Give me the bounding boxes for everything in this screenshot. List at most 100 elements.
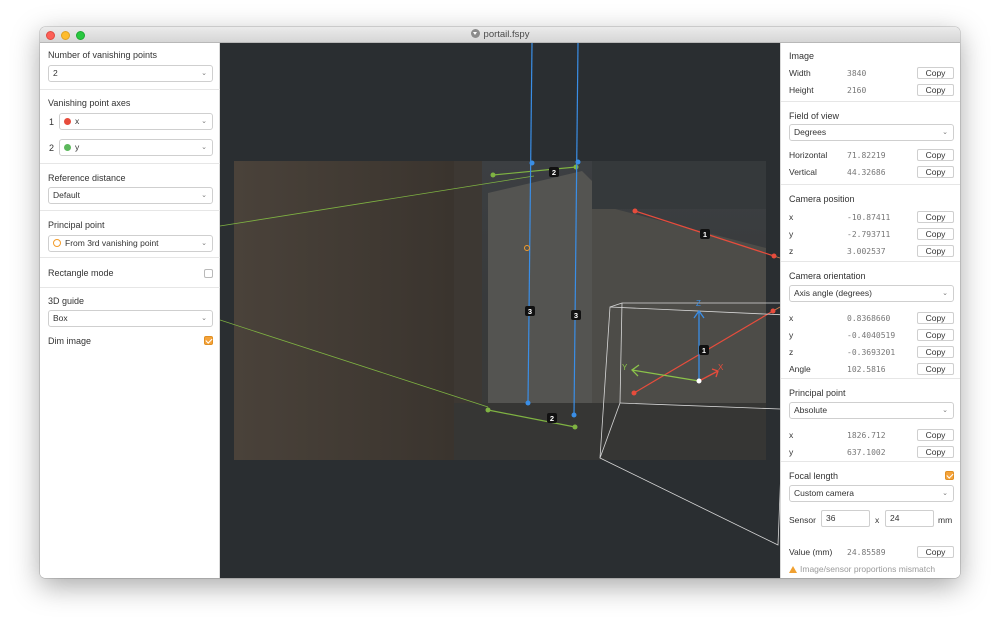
copy-fov-horizontal-button[interactable]: Copy xyxy=(917,149,954,161)
principal-point-title: Principal point xyxy=(789,388,846,398)
copy-camera-position-y-button[interactable]: Copy xyxy=(917,228,954,240)
green-handle[interactable] xyxy=(485,407,491,413)
copy-camera-position-z-button[interactable]: Copy xyxy=(917,245,954,257)
camera-orientation-section: Camera orientation Axis angle (degrees) … xyxy=(781,262,960,379)
blue-line-1-label: 3 xyxy=(528,307,532,316)
green-line-1-label: 2 xyxy=(552,168,556,177)
reference-distance-select[interactable]: Default ⌄ xyxy=(48,187,213,204)
height-label: Height xyxy=(789,85,814,95)
principal-point-mode-select[interactable]: Absolute ⌄ xyxy=(789,402,954,419)
sensor-height-input[interactable]: 24 xyxy=(885,510,934,527)
red-handle[interactable] xyxy=(771,253,777,259)
chevron-down-icon: ⌄ xyxy=(942,290,948,297)
reference-distance-label: Reference distance xyxy=(48,173,126,183)
orientation-x-value: 0.8368660 xyxy=(847,314,891,323)
orientation-z-value: -0.3693201 xyxy=(847,348,896,357)
rectangle-mode-checkbox[interactable] xyxy=(204,269,213,278)
y-axis-label: Y xyxy=(622,363,628,372)
principal-point-section: Principal point From 3rd vanishing point… xyxy=(40,211,220,258)
orange-circle-icon xyxy=(53,239,61,247)
fov-unit-value: Degrees xyxy=(794,127,827,137)
vanishing-points-section: Number of vanishing points 2 ⌄ xyxy=(40,43,220,90)
image-title: Image xyxy=(789,51,815,61)
principal-point-results-section: Principal point Absolute ⌄ x 1826.712 Co… xyxy=(781,379,960,462)
blue-handle[interactable] xyxy=(571,412,577,418)
x-axis-label: X xyxy=(718,363,724,372)
camera-position-section: Camera position x -10.87411 Copy y -2.79… xyxy=(781,185,960,262)
camera-preset-value: Custom camera xyxy=(794,488,854,498)
orientation-mode-value: Axis angle (degrees) xyxy=(794,288,872,298)
principal-point-select[interactable]: From 3rd vanishing point ⌄ xyxy=(48,235,213,252)
blue-handle[interactable] xyxy=(575,159,581,165)
principal-point-y-value: 637.1002 xyxy=(847,448,886,457)
copy-orientation-x-button[interactable]: Copy xyxy=(917,312,954,324)
copy-camera-position-x-button[interactable]: Copy xyxy=(917,211,954,223)
canvas-svg: Z Y X 1 1 2 2 3 3 xyxy=(220,43,780,546)
axis-2-select[interactable]: y ⌄ xyxy=(59,139,213,156)
sky-trees xyxy=(592,161,766,209)
copy-orientation-y-button[interactable]: Copy xyxy=(917,329,954,341)
focal-length-checkbox[interactable] xyxy=(945,471,954,480)
fov-horizontal-value: 71.82219 xyxy=(847,151,886,160)
red-handle[interactable] xyxy=(770,308,776,314)
red-handle[interactable] xyxy=(632,208,638,214)
axis-1-select[interactable]: x ⌄ xyxy=(59,113,213,130)
copy-focal-length-button[interactable]: Copy xyxy=(917,546,954,558)
origin-handle[interactable] xyxy=(696,378,702,384)
camera-position-z-value: 3.002537 xyxy=(847,247,886,256)
copy-orientation-angle-button[interactable]: Copy xyxy=(917,363,954,375)
camera-preset-select[interactable]: Custom camera ⌄ xyxy=(789,485,954,502)
orientation-x-label: x xyxy=(789,313,794,323)
chevron-down-icon: ⌄ xyxy=(201,118,207,125)
chevron-down-icon: ⌄ xyxy=(201,192,207,199)
green-handle[interactable] xyxy=(573,164,579,170)
axis-1-value: x xyxy=(75,116,80,126)
image-canvas[interactable]: Z Y X 1 1 2 2 3 3 xyxy=(220,43,780,578)
sensor-x-separator: x xyxy=(875,515,880,525)
principal-point-x-label: x xyxy=(789,430,794,440)
fov-horizontal-label: Horizontal xyxy=(789,150,828,160)
blue-handle[interactable] xyxy=(529,160,535,166)
vanishing-point-axes-section: Vanishing point axes 1 x ⌄ 2 y ⌄ xyxy=(40,90,220,164)
image-section: Image Width 3840 Copy Height 2160 Copy xyxy=(781,43,960,102)
camera-position-z-label: z xyxy=(789,246,794,256)
focal-length-value: 24.85589 xyxy=(847,548,886,557)
chevron-down-icon: ⌄ xyxy=(942,129,948,136)
orientation-mode-select[interactable]: Axis angle (degrees) ⌄ xyxy=(789,285,954,302)
copy-principal-point-y-button[interactable]: Copy xyxy=(917,446,954,458)
red-line-1-label: 1 xyxy=(703,230,707,239)
principal-point-label: Principal point xyxy=(48,220,105,230)
app-window: portail.fspy Number of vanishing points … xyxy=(40,27,960,578)
copy-fov-vertical-button[interactable]: Copy xyxy=(917,166,954,178)
rectangle-mode-label: Rectangle mode xyxy=(48,268,114,278)
green-handle[interactable] xyxy=(572,424,578,430)
copy-principal-point-x-button[interactable]: Copy xyxy=(917,429,954,441)
focal-length-section: Focal length Custom camera ⌄ Sensor 36 x… xyxy=(781,462,960,578)
red-handle[interactable] xyxy=(631,390,637,396)
warning-row: Image/sensor proportions mismatch xyxy=(789,564,935,574)
title-bar: portail.fspy xyxy=(40,27,960,43)
focal-length-title: Focal length xyxy=(789,471,839,481)
dim-image-checkbox[interactable] xyxy=(204,336,213,345)
copy-orientation-z-button[interactable]: Copy xyxy=(917,346,954,358)
fov-vertical-value: 44.32686 xyxy=(847,168,886,177)
red-dot-icon xyxy=(64,118,71,125)
red-line-2-label: 1 xyxy=(702,346,706,355)
fov-unit-select[interactable]: Degrees ⌄ xyxy=(789,124,954,141)
orientation-y-value: -0.4040519 xyxy=(847,331,896,340)
guide-label: 3D guide xyxy=(48,296,85,306)
chevron-down-icon: ⌄ xyxy=(201,70,207,77)
z-axis-label: Z xyxy=(696,299,701,308)
blue-handle[interactable] xyxy=(525,400,531,406)
green-handle[interactable] xyxy=(490,172,496,178)
orientation-y-label: y xyxy=(789,330,794,340)
vanishing-points-select[interactable]: 2 ⌄ xyxy=(48,65,213,82)
guide-select[interactable]: Box ⌄ xyxy=(48,310,213,327)
sensor-width-input[interactable]: 36 xyxy=(821,510,870,527)
green-line-2-label: 2 xyxy=(550,414,554,423)
copy-height-button[interactable]: Copy xyxy=(917,84,954,96)
copy-width-button[interactable]: Copy xyxy=(917,67,954,79)
green-dot-icon xyxy=(64,144,71,151)
window-title-container: portail.fspy xyxy=(40,29,960,40)
focal-length-value-label: Value (mm) xyxy=(789,547,833,557)
